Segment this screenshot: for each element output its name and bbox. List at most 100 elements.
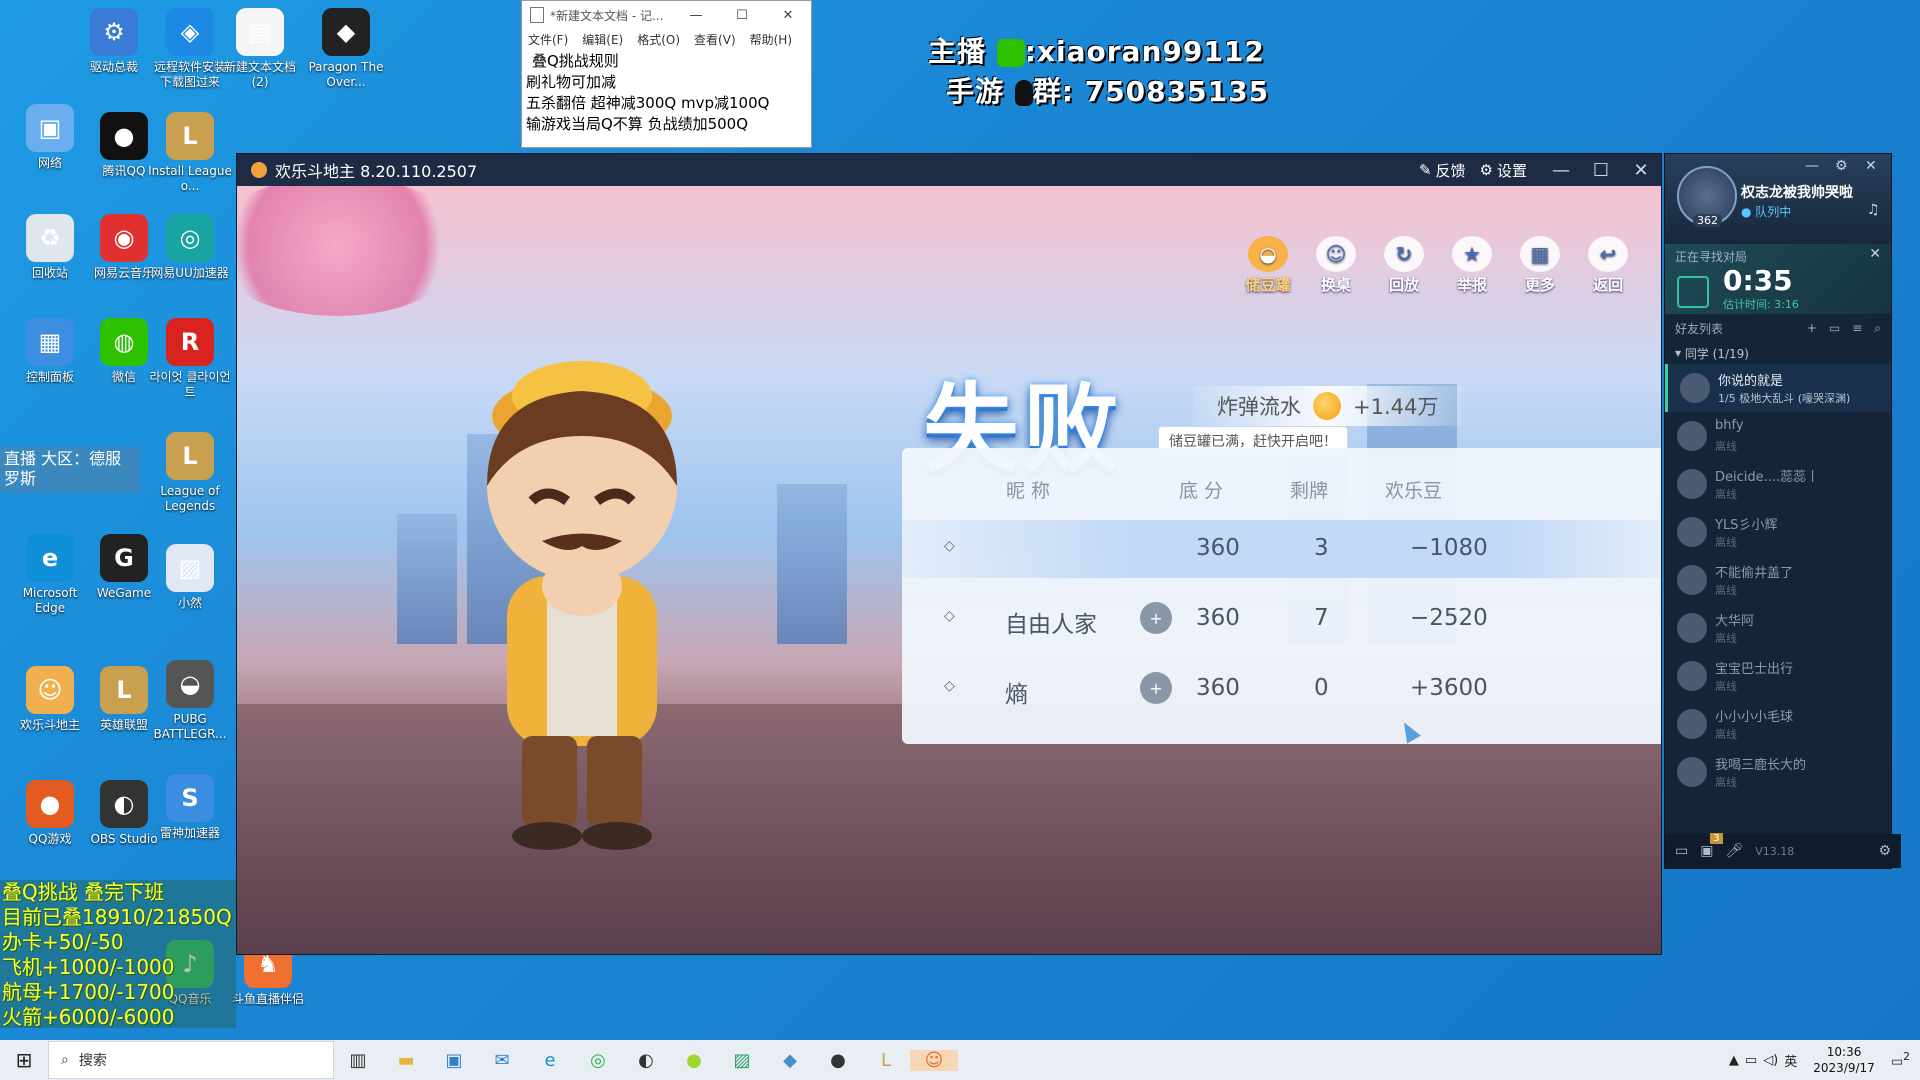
close-button[interactable]: ✕ <box>1621 160 1661 181</box>
missions-icon[interactable]: ▣ 3 <box>1700 833 1723 859</box>
desktop-icon[interactable]: R 라이엇 클라이언트 <box>148 318 232 400</box>
bell-icon[interactable]: ♫ <box>1867 202 1880 218</box>
notepad-text-area[interactable]: 叠Q挑战规则 刷礼物可加减 五杀翻倍 超神减300Q mvp减100Q 输游戏当… <box>522 49 811 137</box>
add-friend-icon[interactable]: + <box>1807 321 1817 336</box>
network-icon[interactable]: ▭ <box>1745 1053 1757 1068</box>
list-item[interactable]: 不能偷井盖了 离线 <box>1665 556 1891 604</box>
volume-icon[interactable]: ◁) <box>1763 1053 1778 1068</box>
desktop-icon[interactable]: ● QQ游戏 <box>8 780 92 847</box>
menu-edit[interactable]: 编辑(E) <box>582 31 623 48</box>
notepad-titlebar[interactable]: *新建文本文档 - 记... — ☐ ✕ <box>522 1 811 29</box>
close-button[interactable]: ✕ <box>1865 158 1877 174</box>
table-row: ◇ 熵 + 360 0 +3600 <box>902 660 1661 718</box>
add-friend-icon[interactable]: + <box>1140 672 1172 704</box>
clock[interactable]: 10:36 2023/9/17 <box>1813 1044 1875 1076</box>
windows-start-button[interactable]: ⊞ <box>0 1048 48 1072</box>
game-window[interactable]: 欢乐斗地主 8.20.110.2507 ✎ 反馈 ⚙ 设置 — ☐ ✕ ◒ 储豆罐 ☺… <box>236 153 1662 955</box>
doudizhu-taskbar-icon[interactable]: ☺ <box>910 1049 958 1071</box>
list-icon[interactable]: ≡ <box>1852 321 1862 336</box>
obs-icon[interactable]: ◐ <box>622 1050 670 1071</box>
close-button[interactable]: ✕ <box>765 8 811 23</box>
row-marker-icon: ◇ <box>944 538 955 554</box>
more-button[interactable]: ▦ 更多 <box>1509 236 1571 295</box>
app-icon[interactable]: ◆ <box>766 1050 814 1071</box>
search-icon[interactable]: ⌕ <box>1874 321 1881 336</box>
edge-icon[interactable]: e <box>526 1050 574 1071</box>
desktop-icon[interactable]: ▦ 控制面板 <box>8 318 92 385</box>
desktop-icon[interactable]: ◎ 网易UU加速器 <box>148 214 232 281</box>
cancel-search-button[interactable]: ✕ <box>1869 246 1881 262</box>
notepad-window[interactable]: *新建文本文档 - 记... — ☐ ✕ 文件(F) 编辑(E) 格式(O) 查… <box>521 0 812 148</box>
menu-format[interactable]: 格式(O) <box>637 31 680 48</box>
desktop-icon-label: Install League o... <box>148 164 232 193</box>
desktop-icon[interactable]: ▣ 网络 <box>8 104 92 171</box>
desktop-icon[interactable]: ⚙ 驱动总裁 <box>72 8 156 75</box>
avatar <box>1677 757 1707 787</box>
add-friend-icon[interactable]: + <box>1140 602 1172 634</box>
minimize-button[interactable]: — <box>1541 160 1581 181</box>
microphone-icon[interactable]: 🎤︎ <box>1725 843 1743 859</box>
mail-icon[interactable]: ✉ <box>478 1050 526 1071</box>
file-explorer-icon[interactable]: ▬ <box>382 1050 430 1071</box>
app-icon[interactable]: ▨ <box>718 1050 766 1071</box>
desktop-icon[interactable]: S 雷神加速器 <box>148 774 232 841</box>
search-icon: ⌕ <box>61 1052 69 1068</box>
list-item[interactable]: 大华阿 离线 <box>1665 604 1891 652</box>
chat-icon[interactable]: ▭ <box>1675 843 1688 859</box>
list-item[interactable]: 宝宝巴士出行 离线 <box>1665 652 1891 700</box>
desktop-icon[interactable]: ☺ 欢乐斗地主 <box>8 666 92 733</box>
app-icon: ◐ <box>100 780 148 828</box>
notification-center-icon[interactable]: ▭2 <box>1891 1050 1910 1069</box>
desktop-icon[interactable]: ◆ Paragon The Over... <box>304 8 388 90</box>
tray-icon[interactable]: ▲ <box>1729 1053 1739 1068</box>
desktop-icon[interactable]: ◒ PUBG BATTLEGR... <box>148 660 232 742</box>
store-icon[interactable]: ▣ <box>430 1050 478 1071</box>
desktop-icon[interactable]: ♻ 回收站 <box>8 214 92 281</box>
task-view-button[interactable]: ▥ <box>334 1050 382 1071</box>
desktop-icon[interactable]: ▨ 小然 <box>148 544 232 611</box>
minimize-button[interactable]: — <box>1805 158 1819 174</box>
table-row: ◇ 自由人家 + 360 7 −2520 <box>902 590 1661 648</box>
list-item[interactable]: 小小小小毛球 离线 <box>1665 700 1891 748</box>
desktop-icon[interactable]: L League of Legends <box>148 432 232 514</box>
qq-icon[interactable]: ● <box>814 1050 862 1071</box>
minimize-button[interactable]: — <box>673 8 719 23</box>
folder-icon[interactable]: ▭ <box>1829 321 1840 336</box>
maximize-button[interactable]: ☐ <box>719 8 765 23</box>
app-green-icon[interactable]: ◎ <box>574 1050 622 1071</box>
list-item[interactable]: YLS彡小辉 离线 <box>1665 508 1891 556</box>
system-tray: ▲ ▭ ◁) 英 10:36 2023/9/17 ▭2 <box>1729 1044 1920 1076</box>
header-base: 底 分 <box>1179 480 1224 502</box>
league-icon[interactable]: L <box>862 1050 910 1071</box>
app-icon: ◆ <box>322 8 370 56</box>
list-item[interactable]: Deicide....蕊蕊丨 离线 <box>1665 460 1891 508</box>
settings-button[interactable]: ⚙ 设置 <box>1480 160 1527 181</box>
gear-icon[interactable]: ⚙ <box>1835 158 1848 174</box>
list-item[interactable]: 我喝三鹿长大的 离线 <box>1665 748 1891 796</box>
replay-button[interactable]: ↻ 回放 <box>1373 236 1435 295</box>
menu-file[interactable]: 文件(F) <box>528 31 568 48</box>
taskbar-search[interactable]: ⌕ 搜索 <box>48 1041 334 1079</box>
ime-indicator[interactable]: 英 <box>1784 1051 1797 1070</box>
report-button[interactable]: ★ 举报 <box>1441 236 1503 295</box>
friend-group[interactable]: ▾ 同学 (1/19) <box>1665 342 1891 364</box>
menu-help[interactable]: 帮助(H) <box>750 31 792 48</box>
back-button[interactable]: ↩ 返回 <box>1577 236 1639 295</box>
qq-music-icon[interactable]: ● <box>670 1050 718 1071</box>
desktop-icon[interactable]: ▤ 新建文本文档 (2) <box>218 8 302 90</box>
support-icon[interactable]: ⚙ <box>1878 843 1891 859</box>
list-item[interactable]: bhfy 离线 <box>1665 412 1891 460</box>
client-side-panel[interactable]: 362 权志龙被我帅哭啦 ● 队列中 — ⚙ ✕ ♫ 正在寻找对局 ✕ 0:35… <box>1664 153 1901 869</box>
bean-jar-button[interactable]: ◒ 储豆罐 <box>1237 236 1299 295</box>
list-item[interactable]: 你说的就是 1/5 极地大乱斗 (嚎哭深渊) <box>1665 364 1891 412</box>
notepad-line: 刷礼物可加减 <box>526 73 617 91</box>
desktop-icon[interactable]: L Install League o... <box>148 112 232 194</box>
game-titlebar[interactable]: 欢乐斗地主 8.20.110.2507 ✎ 反馈 ⚙ 设置 — ☐ ✕ <box>237 154 1661 186</box>
cards-left: 7 <box>1314 605 1329 631</box>
friend-name: 小小小小毛球 <box>1715 710 1794 725</box>
feedback-button[interactable]: ✎ 反馈 <box>1419 160 1466 181</box>
menu-view[interactable]: 查看(V) <box>694 31 736 48</box>
desktop-icon[interactable]: e Microsoft Edge <box>8 534 92 616</box>
maximize-button[interactable]: ☐ <box>1581 160 1621 181</box>
change-table-button[interactable]: ☺ 换桌 <box>1305 236 1367 295</box>
